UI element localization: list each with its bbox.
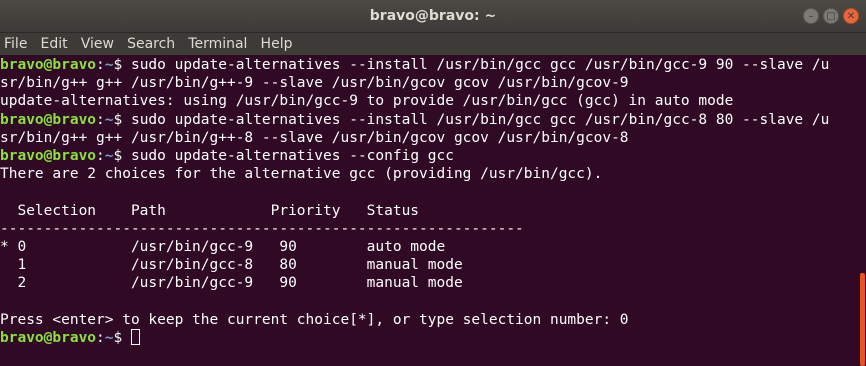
prompt-user-host: bravo@bravo bbox=[0, 57, 97, 73]
command-text: sudo update-alternatives --install /usr/… bbox=[130, 111, 830, 128]
prompt-symbol: $ bbox=[113, 147, 131, 164]
prompt-path: ~ bbox=[104, 57, 114, 73]
terminal-line: There are 2 choices for the alternative … bbox=[0, 165, 858, 183]
command-text: sudo update-alternatives --install /usr/… bbox=[130, 57, 830, 73]
prompt-separator: : bbox=[96, 111, 105, 128]
menu-file[interactable]: File bbox=[4, 33, 27, 52]
prompt-separator: : bbox=[96, 57, 105, 73]
prompt-symbol: $ bbox=[113, 329, 131, 346]
output-text: There are 2 choices for the alternative … bbox=[0, 166, 603, 183]
output-text: sr/bin/g++ g++ /usr/bin/g++-8 --slave /u… bbox=[0, 129, 629, 146]
terminal-line: bravo@bravo:~$ sudo update-alternatives … bbox=[0, 147, 858, 165]
terminal-line: bravo@bravo:~$ sudo update-alternatives … bbox=[0, 56, 858, 74]
terminal-line: 1 /usr/bin/gcc-8 80 manual mode bbox=[0, 256, 858, 274]
menu-terminal[interactable]: Terminal bbox=[188, 33, 247, 52]
prompt-user-host: bravo@bravo bbox=[0, 111, 97, 128]
menu-edit[interactable]: Edit bbox=[41, 33, 68, 52]
terminal-line: sr/bin/g++ g++ /usr/bin/g++-8 --slave /u… bbox=[0, 129, 858, 147]
title-bar[interactable]: bravo@bravo: ~ – □ ✕ bbox=[0, 0, 866, 33]
minimize-button[interactable]: – bbox=[803, 8, 819, 24]
text-cursor[interactable] bbox=[130, 328, 140, 345]
prompt-separator: : bbox=[96, 147, 105, 164]
prompt-path: ~ bbox=[104, 329, 114, 346]
terminal-output[interactable]: bravo@bravo:~$ sudo update-alternatives … bbox=[0, 56, 858, 366]
output-text: Selection Path Priority Status bbox=[0, 202, 420, 219]
terminal-line: 2 /usr/bin/gcc-9 90 manual mode bbox=[0, 274, 858, 292]
terminal-line: sr/bin/g++ g++ /usr/bin/g++-9 --slave /u… bbox=[0, 74, 858, 92]
terminal-line: update-alternatives: using /usr/bin/gcc-… bbox=[0, 92, 858, 110]
menu-help[interactable]: Help bbox=[261, 33, 293, 52]
terminal-window: bravo@bravo: ~ – □ ✕ File Edit View Sear… bbox=[0, 0, 866, 366]
output-text: 1 /usr/bin/gcc-8 80 manual mode bbox=[0, 257, 463, 274]
window-title: bravo@bravo: ~ bbox=[369, 8, 497, 24]
output-text: Press <enter> to keep the current choice… bbox=[0, 311, 629, 328]
command-text: sudo update-alternatives --config gcc bbox=[130, 147, 454, 164]
menu-view[interactable]: View bbox=[81, 33, 114, 52]
prompt-symbol: $ bbox=[113, 57, 131, 73]
terminal-line: ----------------------------------------… bbox=[0, 220, 858, 238]
prompt-user-host: bravo@bravo bbox=[0, 147, 97, 164]
maximize-button[interactable]: □ bbox=[823, 8, 839, 24]
scrollbar-thumb[interactable] bbox=[860, 273, 865, 366]
prompt-user-host: bravo@bravo bbox=[0, 329, 97, 346]
output-text: * 0 /usr/bin/gcc-9 90 auto mode bbox=[0, 238, 446, 255]
terminal-line: Press <enter> to keep the current choice… bbox=[0, 311, 858, 329]
prompt-symbol: $ bbox=[113, 111, 131, 128]
output-text: sr/bin/g++ g++ /usr/bin/g++-9 --slave /u… bbox=[0, 75, 629, 92]
output-text: update-alternatives: using /usr/bin/gcc-… bbox=[0, 93, 734, 110]
terminal-line: bravo@bravo:~$ sudo update-alternatives … bbox=[0, 111, 858, 129]
terminal-line: bravo@bravo:~$ bbox=[0, 328, 858, 347]
output-text: ----------------------------------------… bbox=[0, 220, 524, 237]
menu-bar: File Edit View Search Terminal Help bbox=[0, 33, 866, 55]
prompt-path: ~ bbox=[104, 111, 114, 128]
menu-search[interactable]: Search bbox=[127, 33, 175, 52]
output-text: 2 /usr/bin/gcc-9 90 manual mode bbox=[0, 275, 463, 292]
terminal-line: * 0 /usr/bin/gcc-9 90 auto mode bbox=[0, 238, 858, 256]
prompt-path: ~ bbox=[104, 147, 114, 164]
terminal-line: Selection Path Priority Status bbox=[0, 202, 858, 220]
prompt-separator: : bbox=[96, 329, 105, 346]
close-button[interactable]: ✕ bbox=[843, 8, 859, 24]
